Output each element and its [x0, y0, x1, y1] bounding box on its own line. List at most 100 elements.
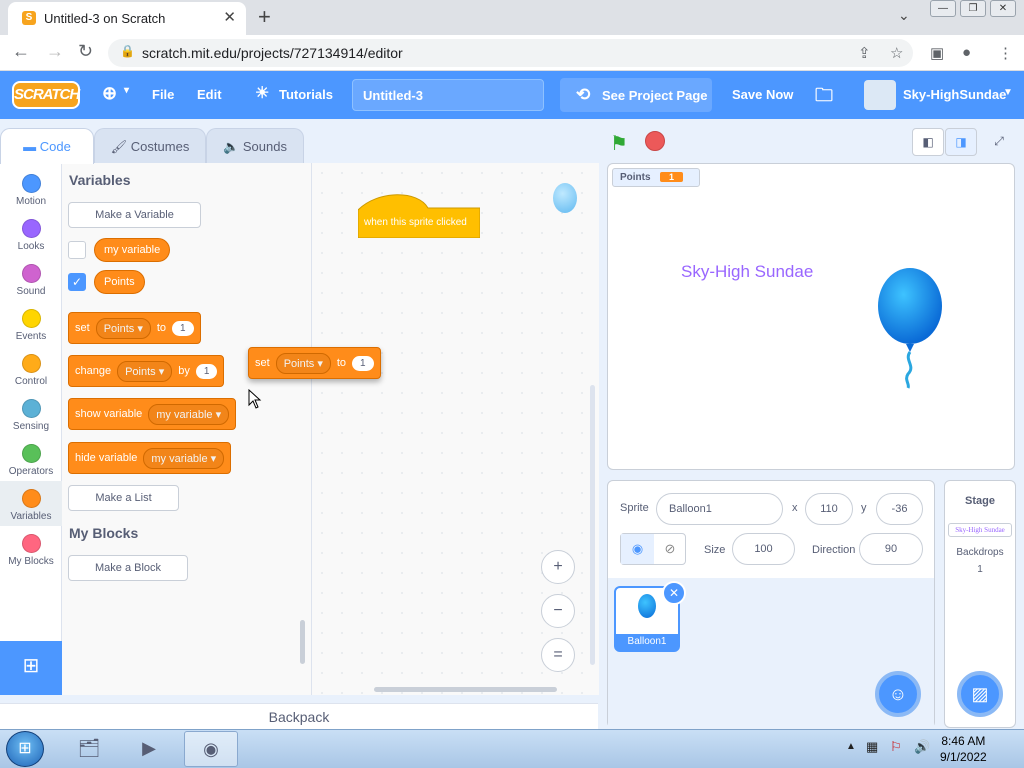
sprite-name-input[interactable]: Balloon1: [656, 493, 783, 525]
add-extension-icon[interactable]: ⊞: [0, 641, 62, 695]
script-hscrollbar[interactable]: [374, 687, 557, 692]
size-input[interactable]: 100: [732, 533, 795, 565]
tutorials-button[interactable]: Tutorials: [279, 87, 333, 102]
stage-canvas[interactable]: [607, 163, 1015, 470]
my-variable-reporter[interactable]: my variable: [94, 238, 171, 262]
direction-input[interactable]: 90: [859, 533, 923, 565]
points-checkbox[interactable]: ✓: [68, 273, 86, 291]
side-panel-icon[interactable]: ▣: [930, 44, 944, 62]
points-reporter[interactable]: Points: [94, 270, 145, 294]
close-window-icon[interactable]: ✕: [990, 0, 1016, 17]
choose-backdrop-icon[interactable]: ▨: [957, 671, 1003, 717]
small-stage-icon[interactable]: ◧: [912, 128, 944, 156]
tray-expand-icon[interactable]: ▲: [846, 741, 856, 752]
globe-icon[interactable]: ⊕: [102, 83, 117, 104]
category-sensing[interactable]: Sensing: [0, 391, 62, 436]
category-variables[interactable]: Variables: [0, 481, 62, 526]
value-input[interactable]: 1: [195, 363, 218, 379]
make-block-button[interactable]: Make a Block: [68, 555, 188, 581]
category-sound[interactable]: Sound: [0, 256, 62, 301]
chrome-icon[interactable]: ◉: [184, 731, 238, 767]
remix-arrows-icon: ⟲: [576, 85, 591, 104]
close-tab-icon[interactable]: ✕: [223, 8, 236, 26]
variable-dropdown[interactable]: Points ▾: [95, 317, 151, 339]
variable-dropdown[interactable]: Points ▾: [275, 352, 331, 374]
tab-sounds[interactable]: 🔈 Sounds: [206, 128, 304, 164]
clock[interactable]: 8:46 AM 9/1/2022: [940, 733, 987, 765]
backpack[interactable]: Backpack: [0, 703, 598, 729]
more-menu-icon[interactable]: ⋮: [998, 44, 1013, 62]
set-variable-block[interactable]: set Points ▾ to 1: [68, 312, 201, 344]
variable-dropdown[interactable]: my variable ▾: [148, 403, 230, 425]
x-input[interactable]: 110: [805, 493, 853, 525]
category-looks[interactable]: Looks: [0, 211, 62, 256]
forward-icon[interactable]: →: [46, 41, 64, 62]
restore-icon[interactable]: ❐: [960, 0, 986, 17]
balloon-sprite[interactable]: [876, 266, 946, 390]
y-input[interactable]: -36: [876, 493, 923, 525]
explorer-icon[interactable]: 🗂: [62, 731, 116, 767]
bookmark-star-icon[interactable]: ☆: [890, 44, 903, 62]
scratch-logo[interactable]: SCRATCH: [12, 81, 80, 109]
folder-icon[interactable]: 🗀: [815, 83, 833, 113]
my-variable-checkbox[interactable]: [68, 241, 86, 259]
minimize-icon[interactable]: —: [930, 0, 956, 17]
tab-costumes[interactable]: 🖌 Costumes: [94, 128, 206, 164]
category-control[interactable]: Control: [0, 346, 62, 391]
username[interactable]: Sky-HighSundae: [903, 87, 1006, 102]
zoom-reset-button[interactable]: =: [541, 638, 575, 672]
start-button[interactable]: ⊞: [6, 731, 44, 767]
tab-code[interactable]: ▬ Code: [0, 128, 94, 164]
variable-dropdown[interactable]: my variable ▾: [143, 447, 225, 469]
media-player-icon[interactable]: ▶: [122, 731, 176, 767]
category-events[interactable]: Events: [0, 301, 62, 346]
mouse-cursor-icon: [248, 389, 262, 409]
category-operators[interactable]: Operators: [0, 436, 62, 481]
new-tab-icon[interactable]: +: [258, 4, 271, 30]
profile-icon[interactable]: ●: [962, 44, 971, 61]
palette-scrollbar[interactable]: [300, 620, 305, 664]
change-variable-block[interactable]: change Points ▾ by 1: [68, 355, 225, 387]
category-motion[interactable]: Motion: [0, 166, 62, 211]
make-list-button[interactable]: Make a List: [68, 485, 179, 511]
browser-tab[interactable]: S Untitled-3 on Scratch ✕: [8, 2, 246, 35]
show-variable-block[interactable]: show variable my variable ▾: [68, 398, 237, 430]
when-sprite-clicked-hat-block[interactable]: [358, 194, 480, 238]
avatar[interactable]: [864, 80, 896, 110]
variable-dropdown[interactable]: Points ▾: [117, 360, 173, 382]
volume-icon[interactable]: 🔊: [914, 739, 930, 755]
show-eye-icon[interactable]: ◉: [621, 534, 654, 564]
back-icon[interactable]: ←: [12, 41, 30, 62]
make-variable-button[interactable]: Make a Variable: [68, 202, 201, 228]
zoom-in-button[interactable]: +: [541, 550, 575, 584]
stop-icon[interactable]: [645, 131, 665, 151]
save-now-button[interactable]: Save Now: [732, 87, 793, 102]
points-monitor[interactable]: Points 1: [612, 168, 700, 187]
network-icon[interactable]: ▦: [866, 739, 878, 755]
dragging-set-block[interactable]: set Points ▾ to 1: [248, 347, 381, 379]
value-input[interactable]: 1: [172, 320, 194, 336]
hide-variable-block[interactable]: hide variable my variable ▾: [68, 442, 232, 474]
tab-search-icon[interactable]: ⌄: [898, 7, 910, 24]
script-vscrollbar[interactable]: [590, 385, 595, 665]
project-title-input[interactable]: Untitled-3: [352, 79, 544, 111]
delete-sprite-icon[interactable]: ✕: [662, 581, 686, 605]
share-icon[interactable]: ⇪: [858, 44, 871, 62]
large-stage-icon[interactable]: ◨: [945, 128, 977, 156]
x-label: x: [792, 502, 798, 514]
looks-dot-icon: [21, 219, 41, 238]
see-project-page-button[interactable]: ⟲ See Project Page: [560, 78, 712, 112]
category-myblocks[interactable]: My Blocks: [0, 526, 62, 571]
hide-eye-icon[interactable]: ⊘: [654, 534, 686, 564]
account-chevron-icon[interactable]: ▼: [1003, 87, 1013, 98]
flag-alert-icon[interactable]: ⚐: [890, 739, 902, 755]
url-field[interactable]: 🔒 scratch.mit.edu/projects/727134914/edi…: [108, 39, 913, 67]
zoom-out-button[interactable]: −: [541, 594, 575, 628]
choose-sprite-icon[interactable]: ☺: [875, 671, 921, 717]
value-input[interactable]: 1: [352, 355, 374, 371]
green-flag-icon[interactable]: ⚑: [610, 131, 628, 156]
fullscreen-icon[interactable]: ⤢: [983, 128, 1015, 156]
reload-icon[interactable]: ↻: [78, 41, 93, 62]
file-menu[interactable]: File: [152, 87, 174, 102]
edit-menu[interactable]: Edit: [197, 87, 222, 102]
